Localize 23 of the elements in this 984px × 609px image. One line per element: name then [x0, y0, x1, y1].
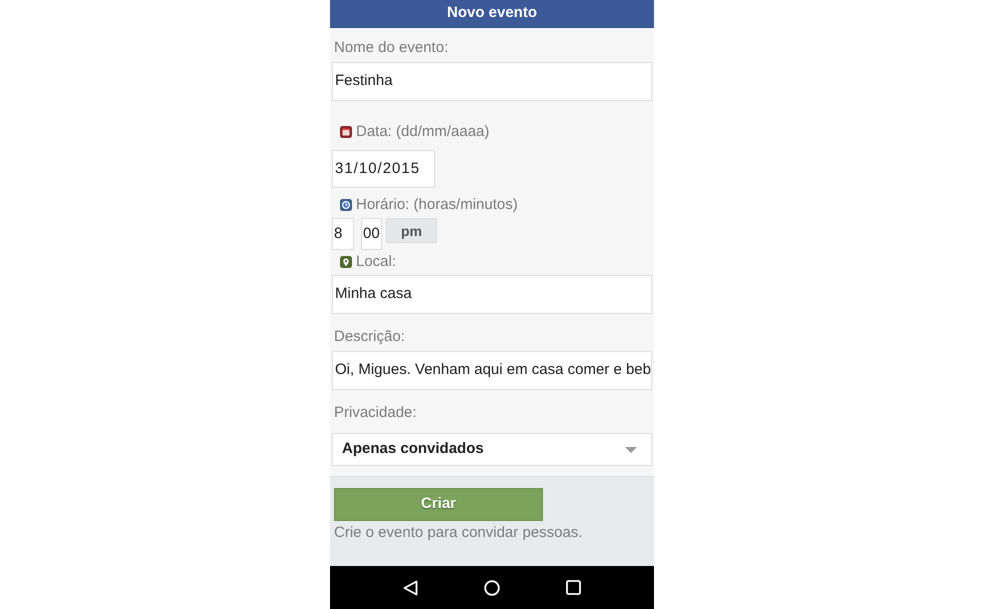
calendar-icon — [340, 126, 352, 138]
home-icon[interactable] — [484, 580, 500, 596]
field-label: Horário: (horas/minutos) — [356, 196, 518, 214]
field-label: Descrição: — [334, 328, 405, 346]
back-icon[interactable] — [403, 580, 418, 596]
hint-text: Crie o evento para convidar pessoas. — [334, 524, 582, 542]
minute-input-field[interactable]: 00 — [361, 218, 382, 250]
text-input-field[interactable]: Minha casa — [332, 275, 652, 314]
field-label: Privacidade: — [334, 404, 417, 422]
recent-apps-icon[interactable] — [566, 580, 581, 595]
date-input-field[interactable]: 31/10/2015 — [332, 150, 435, 188]
field-label: Nome do evento: — [334, 39, 448, 57]
text-input-field[interactable]: Oi, Migues. Venham aqui em casa comer e beb — [332, 351, 652, 390]
am-pm-toggle[interactable]: pm — [386, 218, 437, 243]
clock-icon — [340, 199, 352, 211]
hour-input-field[interactable]: 8 — [332, 218, 354, 250]
field-label: Data: (dd/mm/aaaa) — [356, 123, 490, 141]
field-label: Local: — [356, 253, 396, 271]
page-title: Novo evento — [446, 3, 537, 24]
map-pin-icon — [340, 256, 352, 268]
dropdown-caret-icon — [625, 446, 637, 452]
text-input-field[interactable]: Festinha — [332, 62, 652, 101]
privacy-select[interactable]: Apenas convidados — [332, 433, 652, 466]
